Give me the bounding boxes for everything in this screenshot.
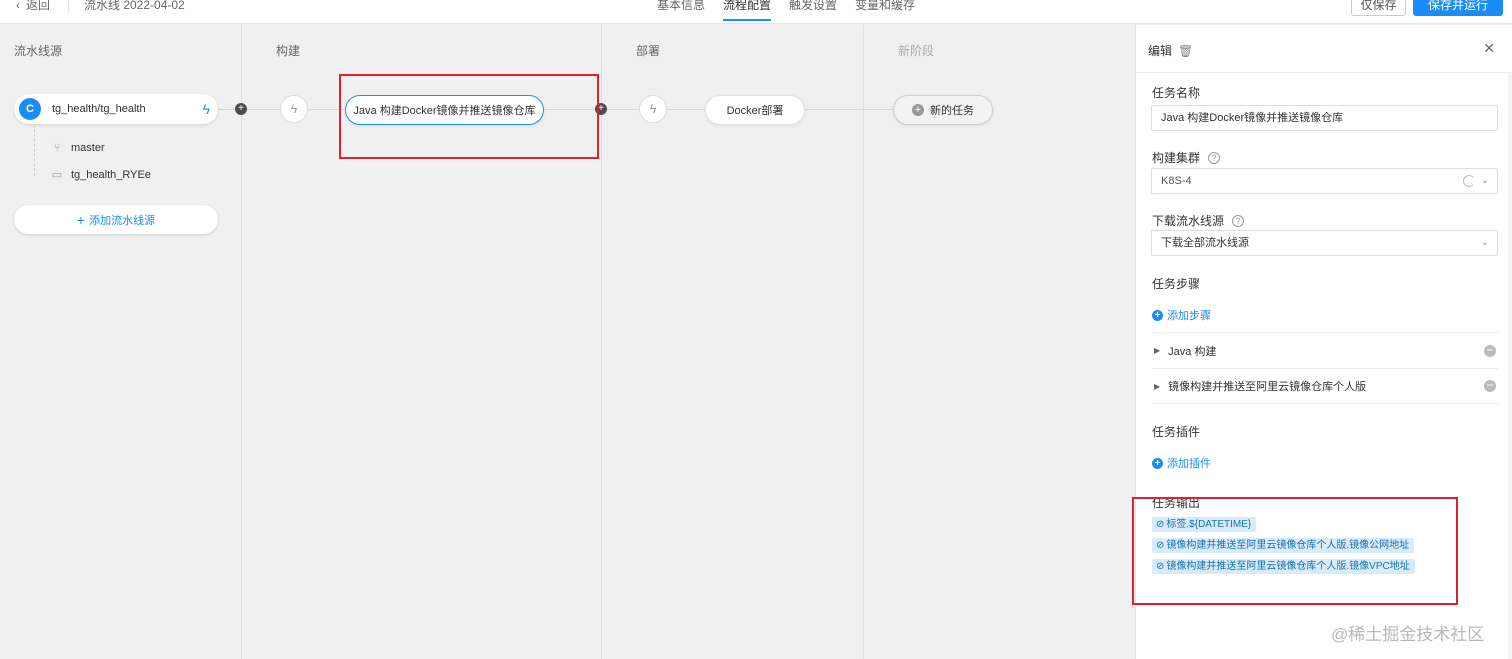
loading-icon — [1463, 175, 1475, 187]
panel-title: 编辑 🗑 — [1148, 42, 1193, 59]
tab-trigger-settings[interactable]: 触发设置 — [789, 0, 837, 19]
highlight-box — [339, 74, 599, 159]
add-source-label: 添加流水线源 — [89, 214, 156, 227]
tab-bar: 基本信息 流程配置 触发设置 变量和缓存 — [657, 0, 915, 21]
watermark: @稀土掘金技术社区 — [1331, 625, 1485, 644]
pipeline-name: 流水线 2022-04-02 — [84, 0, 185, 12]
download-source-value: 下载全部流水线源 — [1161, 237, 1249, 249]
download-source-select[interactable]: 下载全部流水线源 ⌄ — [1151, 230, 1498, 256]
add-step-button[interactable]: + 添加步骤 — [1152, 307, 1211, 323]
close-icon[interactable]: ✕ — [1483, 40, 1495, 57]
cluster-value: K8S-4 — [1161, 175, 1192, 187]
column-divider — [241, 25, 242, 659]
tab-variables-cache[interactable]: 变量和缓存 — [855, 0, 915, 19]
source-name: tg_health/tg_health — [52, 103, 146, 115]
folder-name: tg_health_RYEe — [71, 168, 151, 181]
build-trigger-bolt-icon[interactable]: ϟ — [280, 95, 308, 123]
back-label: 返回 — [26, 0, 51, 12]
download-source-label: 下载流水线源 ? — [1152, 212, 1245, 229]
caret-right-icon[interactable]: ▶ — [1154, 382, 1160, 391]
tab-flow-config[interactable]: 流程配置 — [723, 0, 772, 21]
chevron-left-icon: ‹ — [16, 0, 20, 12]
trash-icon[interactable]: 🗑 — [1178, 44, 1193, 58]
task-steps-label: 任务步骤 — [1152, 275, 1200, 292]
pipeline-source-card[interactable]: C tg_health/tg_health ϟ — [14, 94, 218, 124]
new-task-button[interactable]: + 新的任务 — [893, 95, 993, 125]
plus-circle-icon: + — [1152, 309, 1163, 321]
caret-right-icon[interactable]: ▶ — [1154, 346, 1160, 355]
save-only-button[interactable]: 仅保存 — [1351, 0, 1406, 16]
source-branch: ⑂ master — [51, 142, 105, 154]
add-plugin-button[interactable]: + 添加插件 — [1152, 455, 1211, 471]
source-logo-icon: C — [19, 98, 41, 120]
deploy-task-label: Docker部署 — [726, 105, 784, 117]
task-steps-label-text: 任务步骤 — [1152, 277, 1201, 291]
source-folder: ▭ tg_health_RYEe — [51, 168, 151, 182]
add-stage-dot[interactable]: + — [235, 103, 247, 115]
scrollbar[interactable] — [1508, 73, 1512, 659]
tree-line — [34, 124, 35, 176]
connector-line — [218, 109, 280, 110]
column-divider — [863, 25, 864, 659]
help-icon[interactable]: ? — [1208, 151, 1221, 164]
step-row[interactable]: ▶ 镜像构建并推送至阿里云镜像仓库个人版 − — [1152, 368, 1498, 404]
cluster-label-text: 构建集群 — [1152, 151, 1201, 165]
task-name-label-text: 任务名称 — [1152, 86, 1201, 100]
plus-circle-icon: + — [1152, 457, 1163, 469]
column-title-build: 构建 — [276, 44, 301, 58]
task-plugins-label-text: 任务插件 — [1152, 425, 1201, 439]
branch-icon: ⑂ — [53, 142, 61, 154]
step-row[interactable]: ▶ Java 构建 − — [1152, 332, 1498, 368]
plus-icon: + — [76, 211, 86, 228]
remove-step-icon[interactable]: − — [1484, 379, 1496, 392]
step-label: 镜像构建并推送至阿里云镜像仓库个人版 — [1168, 381, 1367, 393]
chevron-down-icon: ⌄ — [1480, 237, 1489, 248]
task-plugins-label: 任务插件 — [1152, 423, 1200, 440]
add-step-label: 添加步骤 — [1167, 310, 1211, 322]
back-button[interactable]: ‹ 返回 — [16, 0, 50, 13]
deploy-task-node[interactable]: Docker部署 — [705, 95, 805, 125]
connector-line — [667, 109, 705, 110]
deploy-trigger-bolt-icon[interactable]: ϟ — [639, 95, 667, 123]
column-title-deploy: 部署 — [636, 44, 661, 58]
panel-header: 编辑 🗑 ✕ — [1136, 25, 1512, 73]
cluster-select[interactable]: K8S-4 ⌄ — [1151, 168, 1498, 194]
tab-basic-info[interactable]: 基本信息 — [657, 0, 705, 19]
chevron-down-icon: ⌄ — [1480, 175, 1489, 186]
help-icon[interactable]: ? — [1232, 214, 1245, 227]
column-title-source: 流水线源 — [14, 44, 63, 58]
trigger-bolt-icon[interactable]: ϟ — [203, 101, 210, 117]
download-source-label-text: 下载流水线源 — [1152, 214, 1225, 228]
column-title-new-stage: 新阶段 — [898, 44, 935, 58]
remove-step-icon[interactable]: − — [1484, 344, 1496, 357]
new-task-label: 新的任务 — [930, 105, 974, 117]
cluster-label: 构建集群 ? — [1152, 149, 1221, 166]
save-and-run-button[interactable]: 保存并运行 — [1413, 0, 1503, 16]
task-name-label: 任务名称 — [1152, 84, 1200, 101]
highlight-box — [1132, 497, 1458, 605]
folder-icon: ▭ — [51, 169, 63, 181]
connector-line — [805, 109, 895, 110]
branch-name: master — [71, 142, 105, 154]
divider — [68, 0, 69, 12]
task-name-input[interactable]: Java 构建Docker镜像并推送镜像仓库 — [1151, 105, 1498, 131]
add-plugin-label: 添加插件 — [1167, 458, 1211, 470]
add-source-button[interactable]: + 添加流水线源 — [14, 205, 218, 234]
plus-circle-icon: + — [912, 104, 924, 116]
step-label: Java 构建 — [1168, 345, 1217, 358]
column-divider — [601, 25, 602, 659]
panel-title-text: 编辑 — [1148, 44, 1173, 58]
top-bar: ‹ 返回 流水线 2022-04-02 基本信息 流程配置 触发设置 变量和缓存… — [0, 0, 1512, 24]
